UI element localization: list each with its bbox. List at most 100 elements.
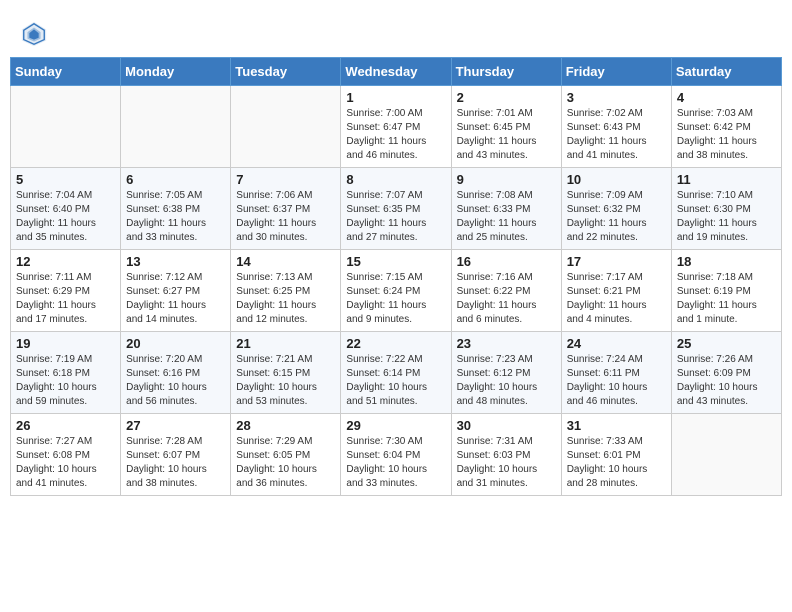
calendar-cell: 9 Sunrise: 7:08 AM Sunset: 6:33 PM Daylig… — [451, 168, 561, 250]
calendar-cell: 23 Sunrise: 7:23 AM Sunset: 6:12 PM Dayli… — [451, 332, 561, 414]
calendar-cell: 8 Sunrise: 7:07 AM Sunset: 6:35 PM Daylig… — [341, 168, 451, 250]
day-number: 10 — [567, 172, 666, 187]
day-number: 24 — [567, 336, 666, 351]
calendar-cell: 16 Sunrise: 7:16 AM Sunset: 6:22 PM Dayli… — [451, 250, 561, 332]
day-info: Sunrise: 7:08 AM Sunset: 6:33 PM Dayligh… — [457, 189, 556, 245]
day-number: 26 — [16, 418, 115, 433]
day-number: 9 — [457, 172, 556, 187]
logo-icon — [20, 20, 48, 48]
weekday-header-monday: Monday — [121, 58, 231, 86]
calendar-cell: 27Sunrise: 7:28 AM Sunset: 6:07 PM Dayli… — [121, 414, 231, 496]
day-info: Sunrise: 7:31 AM Sunset: 6:03 PM Dayligh… — [457, 435, 556, 491]
weekday-header-sunday: Sunday — [11, 58, 121, 86]
calendar-week-row: 26Sunrise: 7:27 AM Sunset: 6:08 PM Dayli… — [11, 414, 782, 496]
calendar-week-row: 12 Sunrise: 7:11 AM Sunset: 6:29 PM Dayli… — [11, 250, 782, 332]
day-info: Sunrise: 7:30 AM Sunset: 6:04 PM Dayligh… — [346, 435, 445, 491]
calendar-cell: 20 Sunrise: 7:20 AM Sunset: 6:16 PM Dayli… — [121, 332, 231, 414]
day-number: 1 — [346, 90, 445, 105]
day-number: 22 — [346, 336, 445, 351]
weekday-header-thursday: Thursday — [451, 58, 561, 86]
calendar-cell — [11, 86, 121, 168]
day-number: 12 — [16, 254, 115, 269]
day-info: Sunrise: 7:26 AM Sunset: 6:09 PM Dayligh… — [677, 353, 776, 409]
day-number: 19 — [16, 336, 115, 351]
day-number: 20 — [126, 336, 225, 351]
calendar-cell: 24 Sunrise: 7:24 AM Sunset: 6:11 PM Dayli… — [561, 332, 671, 414]
calendar-cell — [121, 86, 231, 168]
day-info: Sunrise: 7:03 AM Sunset: 6:42 PM Dayligh… — [677, 107, 776, 163]
day-number: 17 — [567, 254, 666, 269]
day-info: Sunrise: 7:24 AM Sunset: 6:11 PM Dayligh… — [567, 353, 666, 409]
day-info: Sunrise: 7:33 AM Sunset: 6:01 PM Dayligh… — [567, 435, 666, 491]
day-number: 14 — [236, 254, 335, 269]
calendar-cell: 3 Sunrise: 7:02 AM Sunset: 6:43 PM Daylig… — [561, 86, 671, 168]
day-info: Sunrise: 7:29 AM Sunset: 6:05 PM Dayligh… — [236, 435, 335, 491]
day-info: Sunrise: 7:09 AM Sunset: 6:32 PM Dayligh… — [567, 189, 666, 245]
calendar-cell — [231, 86, 341, 168]
day-number: 27 — [126, 418, 225, 433]
calendar-cell: 12 Sunrise: 7:11 AM Sunset: 6:29 PM Dayli… — [11, 250, 121, 332]
day-number: 23 — [457, 336, 556, 351]
day-info: Sunrise: 7:00 AM Sunset: 6:47 PM Dayligh… — [346, 107, 445, 163]
day-number: 18 — [677, 254, 776, 269]
calendar-cell: 7 Sunrise: 7:06 AM Sunset: 6:37 PM Daylig… — [231, 168, 341, 250]
day-info: Sunrise: 7:22 AM Sunset: 6:14 PM Dayligh… — [346, 353, 445, 409]
logo — [20, 20, 52, 48]
day-info: Sunrise: 7:01 AM Sunset: 6:45 PM Dayligh… — [457, 107, 556, 163]
day-info: Sunrise: 7:20 AM Sunset: 6:16 PM Dayligh… — [126, 353, 225, 409]
calendar-cell: 22 Sunrise: 7:22 AM Sunset: 6:14 PM Dayli… — [341, 332, 451, 414]
day-number: 6 — [126, 172, 225, 187]
day-info: Sunrise: 7:04 AM Sunset: 6:40 PM Dayligh… — [16, 189, 115, 245]
day-number: 28 — [236, 418, 335, 433]
day-number: 30 — [457, 418, 556, 433]
calendar-cell: 18Sunrise: 7:18 AM Sunset: 6:19 PM Dayli… — [671, 250, 781, 332]
day-number: 7 — [236, 172, 335, 187]
day-number: 21 — [236, 336, 335, 351]
weekday-header-row: SundayMondayTuesdayWednesdayThursdayFrid… — [11, 58, 782, 86]
calendar-cell: 30 Sunrise: 7:31 AM Sunset: 6:03 PM Dayli… — [451, 414, 561, 496]
calendar-week-row: 1 Sunrise: 7:00 AM Sunset: 6:47 PM Daylig… — [11, 86, 782, 168]
calendar-cell: 25 Sunrise: 7:26 AM Sunset: 6:09 PM Dayli… — [671, 332, 781, 414]
day-number: 15 — [346, 254, 445, 269]
weekday-header-tuesday: Tuesday — [231, 58, 341, 86]
day-number: 29 — [346, 418, 445, 433]
day-info: Sunrise: 7:10 AM Sunset: 6:30 PM Dayligh… — [677, 189, 776, 245]
day-info: Sunrise: 7:11 AM Sunset: 6:29 PM Dayligh… — [16, 271, 115, 327]
day-info: Sunrise: 7:23 AM Sunset: 6:12 PM Dayligh… — [457, 353, 556, 409]
day-info: Sunrise: 7:05 AM Sunset: 6:38 PM Dayligh… — [126, 189, 225, 245]
calendar-cell: 6 Sunrise: 7:05 AM Sunset: 6:38 PM Daylig… — [121, 168, 231, 250]
day-info: Sunrise: 7:21 AM Sunset: 6:15 PM Dayligh… — [236, 353, 335, 409]
day-number: 5 — [16, 172, 115, 187]
day-info: Sunrise: 7:13 AM Sunset: 6:25 PM Dayligh… — [236, 271, 335, 327]
day-info: Sunrise: 7:15 AM Sunset: 6:24 PM Dayligh… — [346, 271, 445, 327]
calendar-cell: 26Sunrise: 7:27 AM Sunset: 6:08 PM Dayli… — [11, 414, 121, 496]
day-number: 13 — [126, 254, 225, 269]
calendar-cell: 17Sunrise: 7:17 AM Sunset: 6:21 PM Dayli… — [561, 250, 671, 332]
calendar-cell: 4 Sunrise: 7:03 AM Sunset: 6:42 PM Daylig… — [671, 86, 781, 168]
calendar-cell: 21 Sunrise: 7:21 AM Sunset: 6:15 PM Dayli… — [231, 332, 341, 414]
day-info: Sunrise: 7:06 AM Sunset: 6:37 PM Dayligh… — [236, 189, 335, 245]
calendar-cell: 31Sunrise: 7:33 AM Sunset: 6:01 PM Dayli… — [561, 414, 671, 496]
day-info: Sunrise: 7:16 AM Sunset: 6:22 PM Dayligh… — [457, 271, 556, 327]
calendar-cell: 14 Sunrise: 7:13 AM Sunset: 6:25 PM Dayli… — [231, 250, 341, 332]
day-number: 8 — [346, 172, 445, 187]
day-info: Sunrise: 7:02 AM Sunset: 6:43 PM Dayligh… — [567, 107, 666, 163]
calendar-table: SundayMondayTuesdayWednesdayThursdayFrid… — [10, 57, 782, 496]
calendar-cell: 10 Sunrise: 7:09 AM Sunset: 6:32 PM Dayli… — [561, 168, 671, 250]
calendar-cell: 1 Sunrise: 7:00 AM Sunset: 6:47 PM Daylig… — [341, 86, 451, 168]
calendar-cell: 13Sunrise: 7:12 AM Sunset: 6:27 PM Dayli… — [121, 250, 231, 332]
calendar-cell: 29 Sunrise: 7:30 AM Sunset: 6:04 PM Dayli… — [341, 414, 451, 496]
calendar-cell: 2 Sunrise: 7:01 AM Sunset: 6:45 PM Daylig… — [451, 86, 561, 168]
calendar-cell: 28 Sunrise: 7:29 AM Sunset: 6:05 PM Dayli… — [231, 414, 341, 496]
day-number: 3 — [567, 90, 666, 105]
calendar-week-row: 5 Sunrise: 7:04 AM Sunset: 6:40 PM Daylig… — [11, 168, 782, 250]
weekday-header-saturday: Saturday — [671, 58, 781, 86]
day-number: 16 — [457, 254, 556, 269]
day-number: 4 — [677, 90, 776, 105]
calendar-cell — [671, 414, 781, 496]
day-number: 2 — [457, 90, 556, 105]
page-header — [10, 10, 782, 53]
weekday-header-wednesday: Wednesday — [341, 58, 451, 86]
day-info: Sunrise: 7:07 AM Sunset: 6:35 PM Dayligh… — [346, 189, 445, 245]
day-number: 25 — [677, 336, 776, 351]
